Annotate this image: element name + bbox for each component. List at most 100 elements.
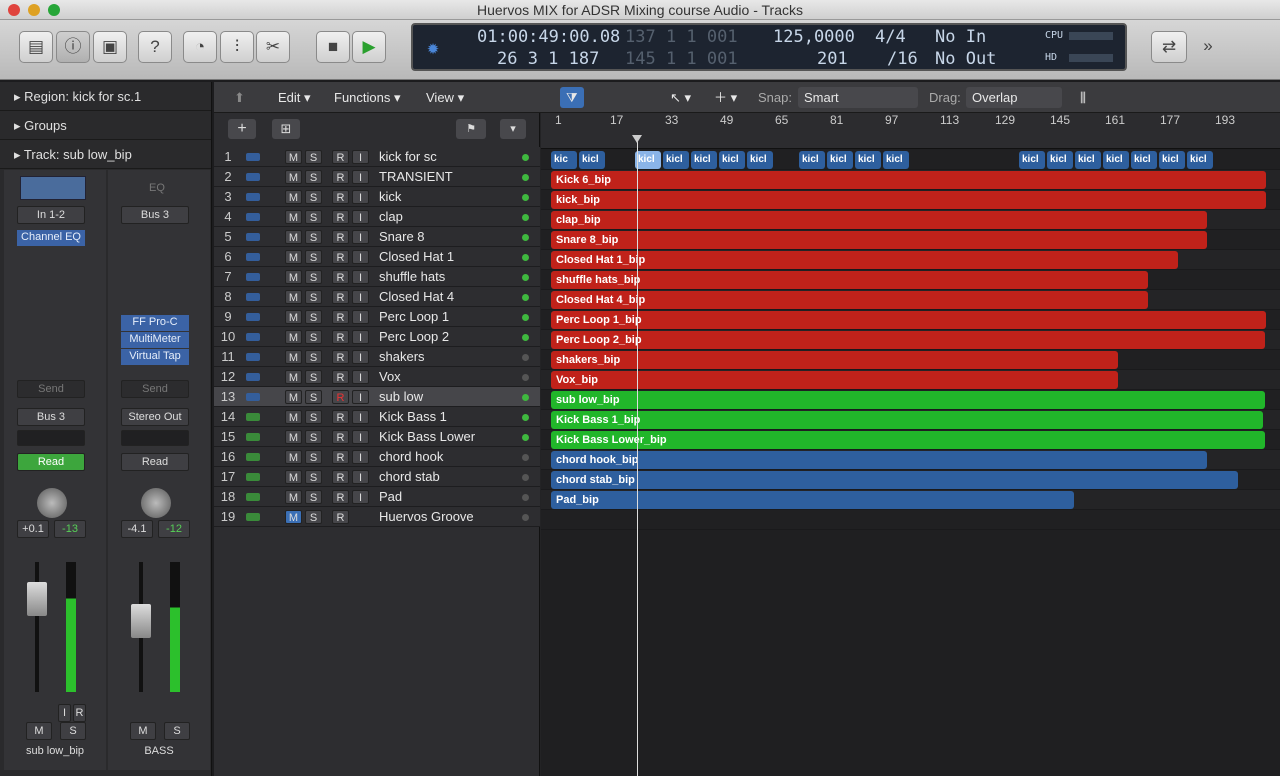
track-row[interactable]: 16 M S R Ichord hook	[214, 447, 540, 467]
track-name[interactable]: Huervos Groove	[379, 507, 474, 527]
track-row[interactable]: 7 M S R Ishuffle hats	[214, 267, 540, 287]
help-button[interactable]: ?	[138, 31, 172, 63]
mute-button-bass[interactable]: M	[130, 722, 156, 740]
track-mute-button[interactable]: M	[285, 250, 302, 264]
volume-fader-bass[interactable]	[131, 604, 151, 638]
track-input-button[interactable]: I	[352, 410, 369, 424]
audio-region[interactable]: kicl	[719, 151, 745, 169]
track-record-button[interactable]: R	[332, 190, 349, 204]
audio-region[interactable]: kicl	[1159, 151, 1185, 169]
output-slot[interactable]: Bus 3	[17, 408, 85, 426]
track-row[interactable]: 17 M S R Ichord stab	[214, 467, 540, 487]
track-name[interactable]: TRANSIENT	[379, 167, 453, 187]
track-mute-button[interactable]: M	[285, 230, 302, 244]
track-record-button[interactable]: R	[332, 450, 349, 464]
track-mute-button[interactable]: M	[285, 430, 302, 444]
audio-region[interactable]: Perc Loop 2_bip	[551, 331, 1265, 349]
editors-button[interactable]: ✂	[256, 31, 290, 63]
pan-knob[interactable]	[37, 488, 67, 518]
track-row[interactable]: 3 M S R Ikick	[214, 187, 540, 207]
track-input-button[interactable]: I	[352, 190, 369, 204]
track-solo-button[interactable]: S	[305, 330, 322, 344]
track-solo-button[interactable]: S	[305, 490, 322, 504]
track-record-button[interactable]: R	[332, 330, 349, 344]
track-input-button[interactable]: I	[352, 450, 369, 464]
track-record-button[interactable]: R	[332, 390, 349, 404]
track-name[interactable]: Perc Loop 1	[379, 307, 449, 327]
more-chevron-icon[interactable]: »	[1196, 31, 1220, 63]
track-input-button[interactable]: I	[352, 430, 369, 444]
track-header[interactable]: ▸ Track: sub low_bip	[0, 140, 211, 169]
track-mute-button[interactable]: M	[285, 350, 302, 364]
track-lane[interactable]	[541, 510, 1280, 530]
plugin-virtual-tap[interactable]: Virtual Tap	[121, 349, 189, 365]
track-solo-button[interactable]: S	[305, 150, 322, 164]
track-record-button[interactable]: R	[332, 230, 349, 244]
track-mute-button[interactable]: M	[285, 490, 302, 504]
playhead[interactable]	[637, 141, 638, 776]
audio-region[interactable]: clap_bip	[551, 211, 1207, 229]
track-row[interactable]: 5 M S R I Snare 8	[214, 227, 540, 247]
track-row[interactable]: 1 M S R Ikick for sc	[214, 147, 540, 167]
track-mute-button[interactable]: M	[285, 410, 302, 424]
audio-region[interactable]: kicl	[799, 151, 825, 169]
track-mute-button[interactable]: M	[285, 190, 302, 204]
track-name[interactable]: clap	[379, 207, 403, 227]
drag-select[interactable]: Overlap	[966, 87, 1062, 108]
library-button[interactable]: ▤	[19, 31, 53, 63]
mixer-button[interactable]: ⫶	[220, 31, 254, 63]
up-arrow-icon[interactable]: ⬆	[228, 87, 251, 108]
audio-region[interactable]: kicl	[1075, 151, 1101, 169]
volume-fader[interactable]	[27, 582, 47, 616]
track-row[interactable]: 15 M S R I Kick Bass Lower	[214, 427, 540, 447]
track-name[interactable]: shuffle hats	[379, 267, 445, 287]
track-input-button[interactable]: I	[352, 470, 369, 484]
send-slot-bass[interactable]: Send	[121, 380, 189, 398]
play-button[interactable]: ▶	[352, 31, 386, 63]
track-solo-button[interactable]: S	[305, 210, 322, 224]
track-mute-button[interactable]: M	[285, 150, 302, 164]
track-solo-button[interactable]: S	[305, 170, 322, 184]
plugin-multimeter[interactable]: MultiMeter	[121, 332, 189, 348]
track-name[interactable]: Pad	[379, 487, 402, 507]
eq-label[interactable]: EQ	[124, 176, 190, 200]
track-input-button[interactable]: I	[352, 230, 369, 244]
inspector-button[interactable]: ⓘ	[56, 31, 90, 63]
track-record-button[interactable]: R	[332, 310, 349, 324]
track-record-button[interactable]: R	[332, 510, 349, 524]
track-solo-button[interactable]: S	[305, 450, 322, 464]
track-mute-button[interactable]: M	[285, 210, 302, 224]
audio-region[interactable]: kicl	[883, 151, 909, 169]
track-input-button[interactable]: I	[352, 210, 369, 224]
track-mute-button[interactable]: M	[285, 330, 302, 344]
audio-region[interactable]: kicl	[635, 151, 661, 169]
plugin-ff-pro-c[interactable]: FF Pro-C	[121, 315, 189, 331]
eq-thumbnail[interactable]	[20, 176, 86, 200]
stop-button[interactable]: ■	[316, 31, 350, 63]
mute-button[interactable]: M	[26, 722, 52, 740]
solo-button[interactable]: S	[60, 722, 86, 740]
audio-region[interactable]: kicl	[663, 151, 689, 169]
input-slot-bass[interactable]: Bus 3	[121, 206, 189, 224]
groups-header[interactable]: ▸ Groups	[0, 111, 211, 140]
track-solo-button[interactable]: S	[305, 230, 322, 244]
channel-eq-plugin[interactable]: Channel EQ	[17, 230, 85, 246]
zoom-window-button[interactable]	[48, 4, 60, 16]
lcd-signature[interactable]: 4/4	[875, 27, 906, 47]
add-track-button[interactable]: +	[228, 119, 256, 139]
track-mute-button[interactable]: M	[285, 390, 302, 404]
view-menu[interactable]: View ▾	[420, 87, 470, 108]
input-slot[interactable]: In 1-2	[17, 206, 85, 224]
track-input-button[interactable]: I	[352, 310, 369, 324]
track-solo-button[interactable]: S	[305, 310, 322, 324]
audio-region[interactable]: kicl	[855, 151, 881, 169]
track-row[interactable]: 13 M S R Isub low	[214, 387, 540, 407]
track-name[interactable]: kick for sc	[379, 147, 437, 167]
track-record-button[interactable]: R	[332, 490, 349, 504]
loop-browser-button[interactable]: ⇄	[1151, 31, 1187, 63]
track-record-button[interactable]: R	[332, 410, 349, 424]
lcd-tempo[interactable]: 125,0000	[773, 27, 855, 47]
audio-region[interactable]: Perc Loop 1_bip	[551, 311, 1266, 329]
audio-region[interactable]: Snare 8_bip	[551, 231, 1207, 249]
crosshair-tool-icon[interactable]: ＋ ▾	[708, 87, 743, 108]
